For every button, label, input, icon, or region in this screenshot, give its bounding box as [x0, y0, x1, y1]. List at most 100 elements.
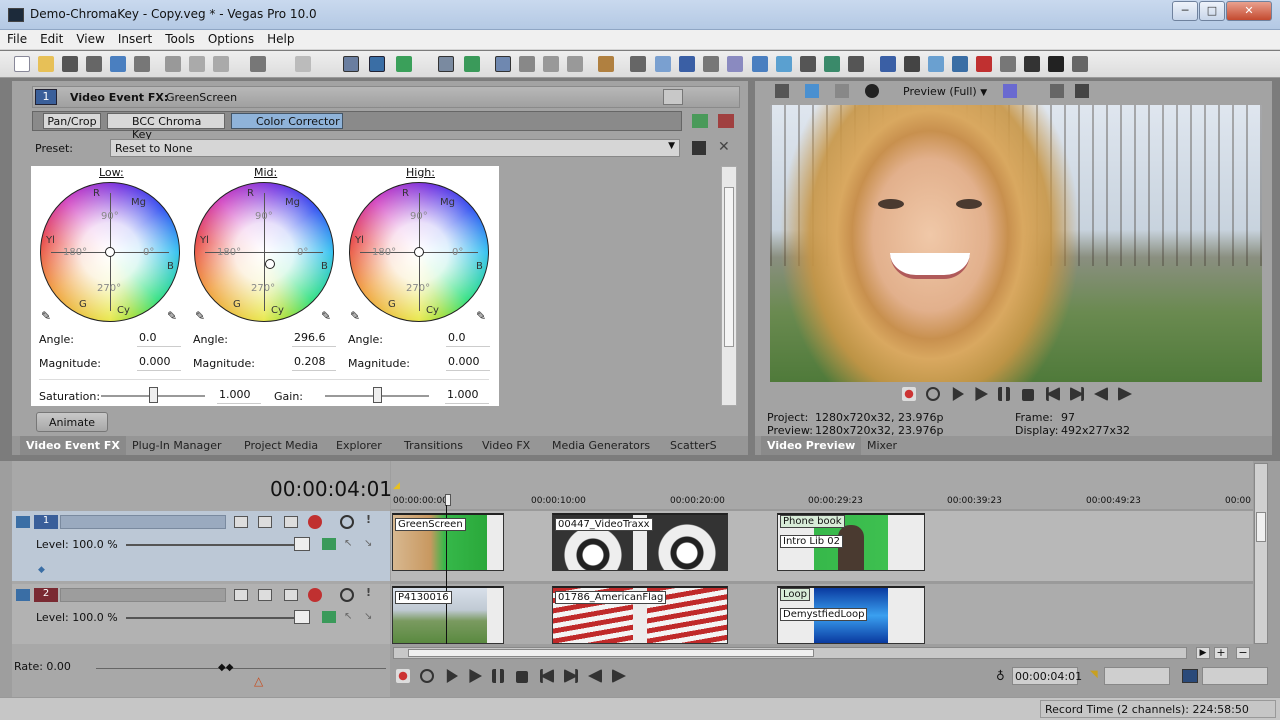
fx-icon-2[interactable] — [800, 56, 816, 72]
save-icon[interactable] — [62, 56, 78, 72]
media-fx-icon[interactable] — [752, 56, 768, 72]
marker-icon[interactable] — [630, 56, 646, 72]
ignore-grouping-icon[interactable] — [495, 56, 511, 72]
undo-icon[interactable] — [250, 56, 266, 72]
mute-icon[interactable] — [340, 515, 354, 529]
remove-fx-icon[interactable] — [718, 114, 734, 128]
track-header-1[interactable]: 1 ! Level: 100.0 % ↖ ↘ ◆ — [12, 511, 390, 581]
play-from-start-icon[interactable] — [446, 669, 458, 683]
crossfade-icon[interactable] — [519, 56, 535, 72]
zoom-edit-icon[interactable] — [567, 56, 583, 72]
high-magnitude-input[interactable]: 0.000 — [446, 355, 490, 371]
save-preset-icon[interactable] — [692, 141, 706, 155]
timeline-hscroll-thumb[interactable] — [408, 649, 814, 657]
tab-plug-in-manager[interactable]: Plug-In Manager — [126, 436, 228, 455]
open-icon[interactable] — [38, 56, 54, 72]
reset-eyedropper-icon[interactable]: ✎ — [476, 309, 486, 323]
redo-icon[interactable] — [295, 56, 311, 72]
clip-intro-lib[interactable]: Phone book Intro Lib 02 — [777, 513, 925, 571]
envelope-edit-icon[interactable] — [369, 56, 385, 72]
list-icon[interactable] — [952, 56, 968, 72]
properties-icon[interactable] — [775, 84, 789, 98]
high-color-wheel[interactable]: R Mg Yl B G Cy 90° 180° 0° 270° — [349, 182, 489, 322]
solo-icon[interactable]: ! — [366, 513, 371, 526]
menu-options[interactable]: Options — [201, 30, 260, 46]
tab-project-media[interactable]: Project Media — [238, 436, 324, 455]
low-wheel-knob[interactable] — [105, 247, 115, 257]
stop-icon[interactable] — [516, 671, 528, 683]
normal-edit-icon[interactable] — [343, 56, 359, 72]
tab-explorer[interactable]: Explorer — [330, 436, 388, 455]
preset-dropdown[interactable]: Reset to None ▼ — [110, 139, 680, 157]
reset-eyedropper-icon[interactable]: ✎ — [167, 309, 177, 323]
selection-length-display[interactable] — [1104, 667, 1170, 685]
new-icon[interactable] — [14, 56, 30, 72]
fx-scrollbar[interactable] — [721, 166, 737, 406]
m-icon[interactable] — [976, 56, 992, 72]
device-icon[interactable] — [904, 56, 920, 72]
track-fx-icon[interactable] — [258, 516, 272, 528]
fx-icon-1[interactable] — [776, 56, 792, 72]
menu-view[interactable]: View — [69, 30, 110, 46]
timecode-display[interactable]: 00:00:04:01 — [270, 477, 392, 501]
menu-edit[interactable]: Edit — [33, 30, 69, 46]
selection-end-display[interactable] — [1202, 667, 1268, 685]
close-button[interactable]: ✕ — [1226, 1, 1272, 21]
grid-view-icon[interactable] — [693, 89, 709, 105]
make-parent-icon[interactable]: ↖ — [344, 538, 352, 549]
fx-icon-4[interactable] — [848, 56, 864, 72]
external-monitor-icon[interactable] — [805, 84, 819, 98]
delete-preset-icon[interactable]: ✕ — [718, 139, 730, 155]
track-motion-icon[interactable] — [234, 516, 248, 528]
eyedropper-icon[interactable]: ✎ — [41, 309, 51, 323]
paste-icon[interactable] — [213, 56, 229, 72]
menu-tools[interactable]: Tools — [158, 30, 201, 46]
compositor-icon[interactable] — [322, 611, 336, 623]
render-icon[interactable] — [110, 56, 126, 72]
previous-frame-icon[interactable] — [1094, 387, 1108, 401]
mixer-icon[interactable] — [1000, 56, 1016, 72]
title-icon[interactable] — [727, 56, 743, 72]
image-icon[interactable] — [655, 56, 671, 72]
track-composite-icon[interactable] — [284, 589, 298, 601]
track-level-slider-2[interactable] — [126, 617, 306, 619]
mid-magnitude-input[interactable]: 0.208 — [292, 355, 336, 371]
copy-icon[interactable] — [189, 56, 205, 72]
record-icon[interactable] — [902, 387, 916, 401]
menu-file[interactable]: File — [0, 30, 33, 46]
maximize-button[interactable]: □ — [1199, 1, 1225, 21]
low-color-wheel[interactable]: R Mg Yl B G Cy 90° 180° 0° 270° — [40, 182, 180, 322]
next-frame-icon[interactable] — [1118, 387, 1132, 401]
tab-video-fx[interactable]: Video FX — [476, 436, 536, 455]
clip-demystified-loop[interactable]: Loop DemystfiedLoop — [777, 586, 925, 644]
lock-envelopes-icon[interactable] — [464, 56, 480, 72]
mid-angle-input[interactable]: 296.6 — [292, 331, 336, 347]
add-fx-icon[interactable] — [692, 114, 708, 128]
grid-icon[interactable] — [928, 56, 944, 72]
make-child-icon[interactable]: ↘ — [364, 538, 372, 549]
animate-button[interactable]: Animate — [36, 412, 108, 432]
go-to-end-icon[interactable] — [564, 669, 578, 683]
menu-help[interactable]: Help — [260, 30, 300, 46]
track-expand-icon[interactable] — [16, 516, 30, 528]
track-fx-icon[interactable] — [258, 589, 272, 601]
track-lane-2[interactable]: P4130016 01786_AmericanFlag Loop Demystf… — [391, 584, 1253, 644]
go-to-end-icon[interactable] — [1070, 387, 1084, 401]
save-snapshot-icon[interactable] — [1075, 84, 1089, 98]
make-parent-icon[interactable]: ↖ — [344, 611, 352, 622]
reset-eyedropper-icon[interactable]: ✎ — [321, 309, 331, 323]
cursor-position-display[interactable]: 00:00:04:01 — [1012, 667, 1082, 685]
clip-american-flag[interactable]: 01786_AmericanFlag — [552, 586, 728, 644]
clip-p4130016[interactable]: P4130016 — [392, 586, 504, 644]
split-screen-icon[interactable] — [835, 84, 849, 98]
zoom-in-icon[interactable]: + — [1214, 647, 1228, 659]
clip-greenscreen[interactable]: GreenScreen — [392, 513, 504, 571]
timeline-vertical-scrollbar[interactable] — [1254, 463, 1268, 644]
go-to-start-icon[interactable] — [1046, 387, 1060, 401]
previous-frame-icon[interactable] — [588, 669, 602, 683]
mid-wheel-knob[interactable] — [265, 259, 275, 269]
text-icon[interactable] — [703, 56, 719, 72]
fx-chain-bcc-chroma-key[interactable]: BCC Chroma Key — [107, 113, 225, 141]
tab-video-event-fx[interactable]: Video Event FX — [20, 436, 126, 455]
grid-overlay-icon[interactable] — [1003, 84, 1017, 98]
